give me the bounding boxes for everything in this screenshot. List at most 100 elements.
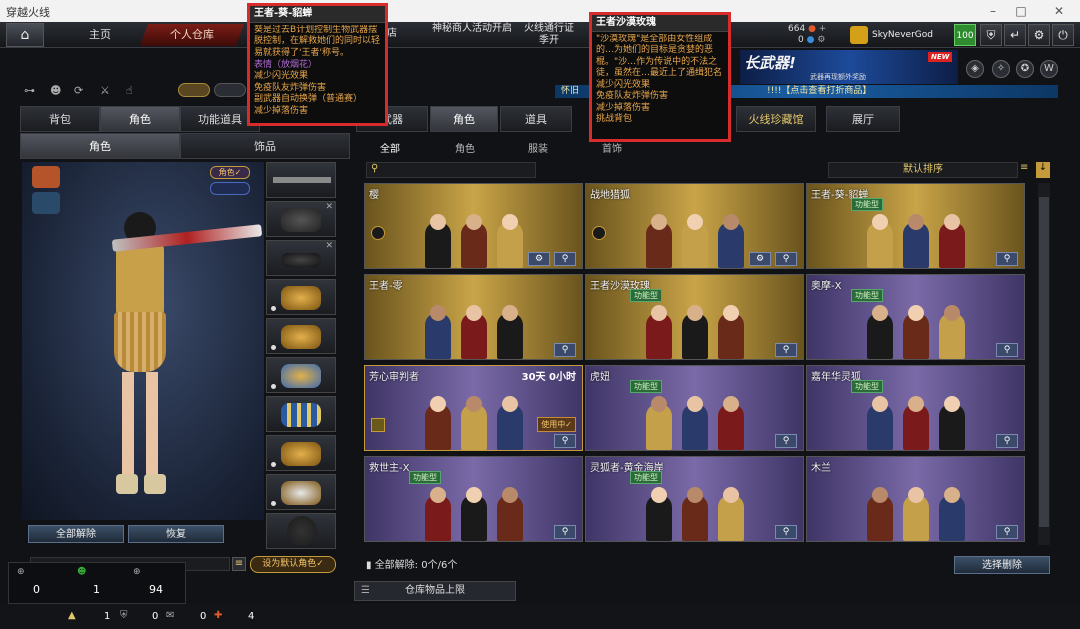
sort-dropdown[interactable]: 默认排序: [828, 162, 1018, 178]
exit-button[interactable]: ↵: [1004, 24, 1026, 46]
role-card[interactable]: 王者-零 ⚲: [364, 274, 583, 360]
nav-merchant[interactable]: 神秘商人活动开启: [432, 23, 512, 35]
remove-icon[interactable]: ✕: [325, 202, 333, 212]
menu-icon[interactable]: ≡: [232, 557, 246, 571]
slot-item-3[interactable]: [266, 357, 336, 393]
nav-warehouse[interactable]: 个人仓库: [139, 24, 245, 46]
preview-icon[interactable]: ⚲: [554, 525, 576, 539]
character-preview[interactable]: 角色✓: [22, 162, 264, 520]
preview-icon[interactable]: ⚲: [996, 343, 1018, 357]
role-card[interactable]: 嘉年华灵狐 功能型 ⚲: [806, 365, 1025, 451]
role-card[interactable]: 王者-葵-貂蝉 功能型 ⚲: [806, 183, 1025, 269]
role-card[interactable]: 芳心审判者 30天 0小时 使用中✓ ⚲: [364, 365, 583, 451]
slot-item-4[interactable]: [266, 396, 336, 432]
subtab-all[interactable]: 全部: [380, 140, 400, 155]
tab-backpack[interactable]: 背包: [20, 106, 100, 132]
preview-icon[interactable]: ⚲: [554, 343, 576, 357]
character-head: [944, 305, 960, 321]
preview-icon[interactable]: ⚲: [996, 525, 1018, 539]
settings-button[interactable]: ⚙: [1028, 24, 1050, 46]
search-icon[interactable]: ⚲: [554, 252, 576, 266]
preview-icon[interactable]: ⚲: [996, 252, 1018, 266]
pointer-icon[interactable]: ☝: [126, 84, 142, 100]
rank-icon-4[interactable]: W: [1040, 60, 1058, 78]
role-card[interactable]: 虎妞 功能型 ⚲: [585, 365, 804, 451]
subtab-role-r[interactable]: 角色: [455, 140, 475, 155]
wing-icon[interactable]: [32, 192, 60, 214]
unequip-all-button[interactable]: 全部解除: [28, 525, 124, 543]
role-card[interactable]: 樱 ⚙ ⚲: [364, 183, 583, 269]
game-window: 穿越火线 – □ ✕ ⌂ 主页 个人仓库 店 神秘商人活动开启 火线通行证季开 …: [0, 0, 1080, 629]
search-input[interactable]: ⚲: [366, 162, 536, 178]
chat-icon[interactable]: ✉: [166, 610, 174, 621]
tab-showroom[interactable]: 展厅: [826, 106, 900, 132]
card-name: 战地猎狐: [590, 190, 630, 201]
user-icon[interactable]: ☻: [50, 84, 66, 100]
preview-icon[interactable]: ⚲: [775, 525, 797, 539]
rank-icon-2[interactable]: ✧: [992, 60, 1010, 78]
shield-icon: ⛨: [986, 28, 996, 42]
tab-role[interactable]: 角色: [100, 106, 180, 132]
preview-icon[interactable]: ⚲: [775, 434, 797, 448]
subtab-accessory[interactable]: 饰品: [180, 133, 350, 159]
nav-store[interactable]: 店: [387, 28, 397, 40]
settings-icon[interactable]: ⚙: [528, 252, 550, 266]
role-card[interactable]: 王者沙漠玫瑰 功能型 ⚲: [585, 274, 804, 360]
tab-roles[interactable]: 角色: [430, 106, 498, 132]
maximize-button[interactable]: □: [1008, 2, 1034, 20]
power-button[interactable]: ⏻: [1052, 24, 1074, 46]
refresh-icon[interactable]: ⟳: [74, 84, 90, 100]
slot-item-1[interactable]: [266, 279, 336, 315]
role-toggle[interactable]: 角色✓: [210, 166, 250, 179]
rank-icon-1[interactable]: ◈: [966, 60, 984, 78]
list-icon[interactable]: ≡: [1020, 162, 1034, 178]
card-time: 30天 0小时: [521, 372, 576, 383]
preview-icon[interactable]: ⚲: [996, 434, 1018, 448]
toggle-icon[interactable]: ⊶: [24, 84, 40, 100]
home-button[interactable]: ⌂: [6, 23, 44, 47]
slot-item-6[interactable]: [266, 474, 336, 510]
sort-order-icon[interactable]: ↓: [1036, 162, 1050, 178]
preview-icon[interactable]: ⚲: [554, 434, 576, 448]
scrollbar[interactable]: [1038, 183, 1050, 545]
slot-empty[interactable]: [266, 513, 336, 549]
subtab-jewelry[interactable]: 首饰: [602, 140, 622, 155]
weapon-icon[interactable]: ⚔: [100, 84, 116, 100]
rank-icon-3[interactable]: ✪: [1016, 60, 1034, 78]
settings-icon[interactable]: ⚙: [749, 252, 771, 266]
nav-pass[interactable]: 火线通行证季开: [522, 23, 576, 47]
function-badge: 功能型: [851, 289, 883, 302]
role-card[interactable]: 灵狐者-黄金海岸 功能型 ⚲: [585, 456, 804, 542]
tab-items[interactable]: 道具: [500, 106, 572, 132]
role-card[interactable]: 救世主-X 功能型 ⚲: [364, 456, 583, 542]
role-card[interactable]: 战地猎狐 ⚙ ⚲: [585, 183, 804, 269]
minimize-button[interactable]: –: [980, 2, 1006, 20]
shield-button[interactable]: ⛨: [980, 24, 1002, 46]
mode-toggle-2[interactable]: [214, 83, 246, 97]
preview-icon[interactable]: ⚲: [775, 343, 797, 357]
close-button[interactable]: ✕: [1046, 2, 1072, 20]
search-icon[interactable]: ⚲: [775, 252, 797, 266]
nav-main[interactable]: 主页: [64, 24, 136, 46]
view-toggle[interactable]: [210, 182, 250, 195]
slot-item-2[interactable]: [266, 318, 336, 354]
slot-helmet[interactable]: ✕: [266, 201, 336, 237]
slot-item-5[interactable]: [266, 435, 336, 471]
role-card[interactable]: 奥摩-X 功能型 ⚲: [806, 274, 1025, 360]
restore-button[interactable]: 恢复: [128, 525, 224, 543]
promo-banner[interactable]: 长武器! 武器再现额外奖励 NEW: [740, 50, 958, 84]
subtab-role[interactable]: 角色: [20, 133, 180, 159]
slot-weapon[interactable]: [266, 162, 336, 198]
subtab-clothing[interactable]: 服装: [528, 140, 548, 155]
storage-limit-button[interactable]: ☰ 仓库物品上限: [354, 581, 516, 601]
select-delete-button[interactable]: 选择删除: [954, 556, 1050, 574]
slot-glasses[interactable]: ✕: [266, 240, 336, 276]
role-card[interactable]: 木兰 ⚲: [806, 456, 1025, 542]
character-head: [908, 214, 924, 230]
tab-collection[interactable]: 火线珍藏馆: [736, 106, 816, 132]
gift-icon[interactable]: ✚: [214, 610, 222, 621]
fire-icon[interactable]: [32, 166, 60, 188]
set-default-role-button[interactable]: 设为默认角色✓: [250, 556, 336, 573]
remove-icon[interactable]: ✕: [325, 241, 333, 251]
mode-toggle[interactable]: [178, 83, 210, 97]
